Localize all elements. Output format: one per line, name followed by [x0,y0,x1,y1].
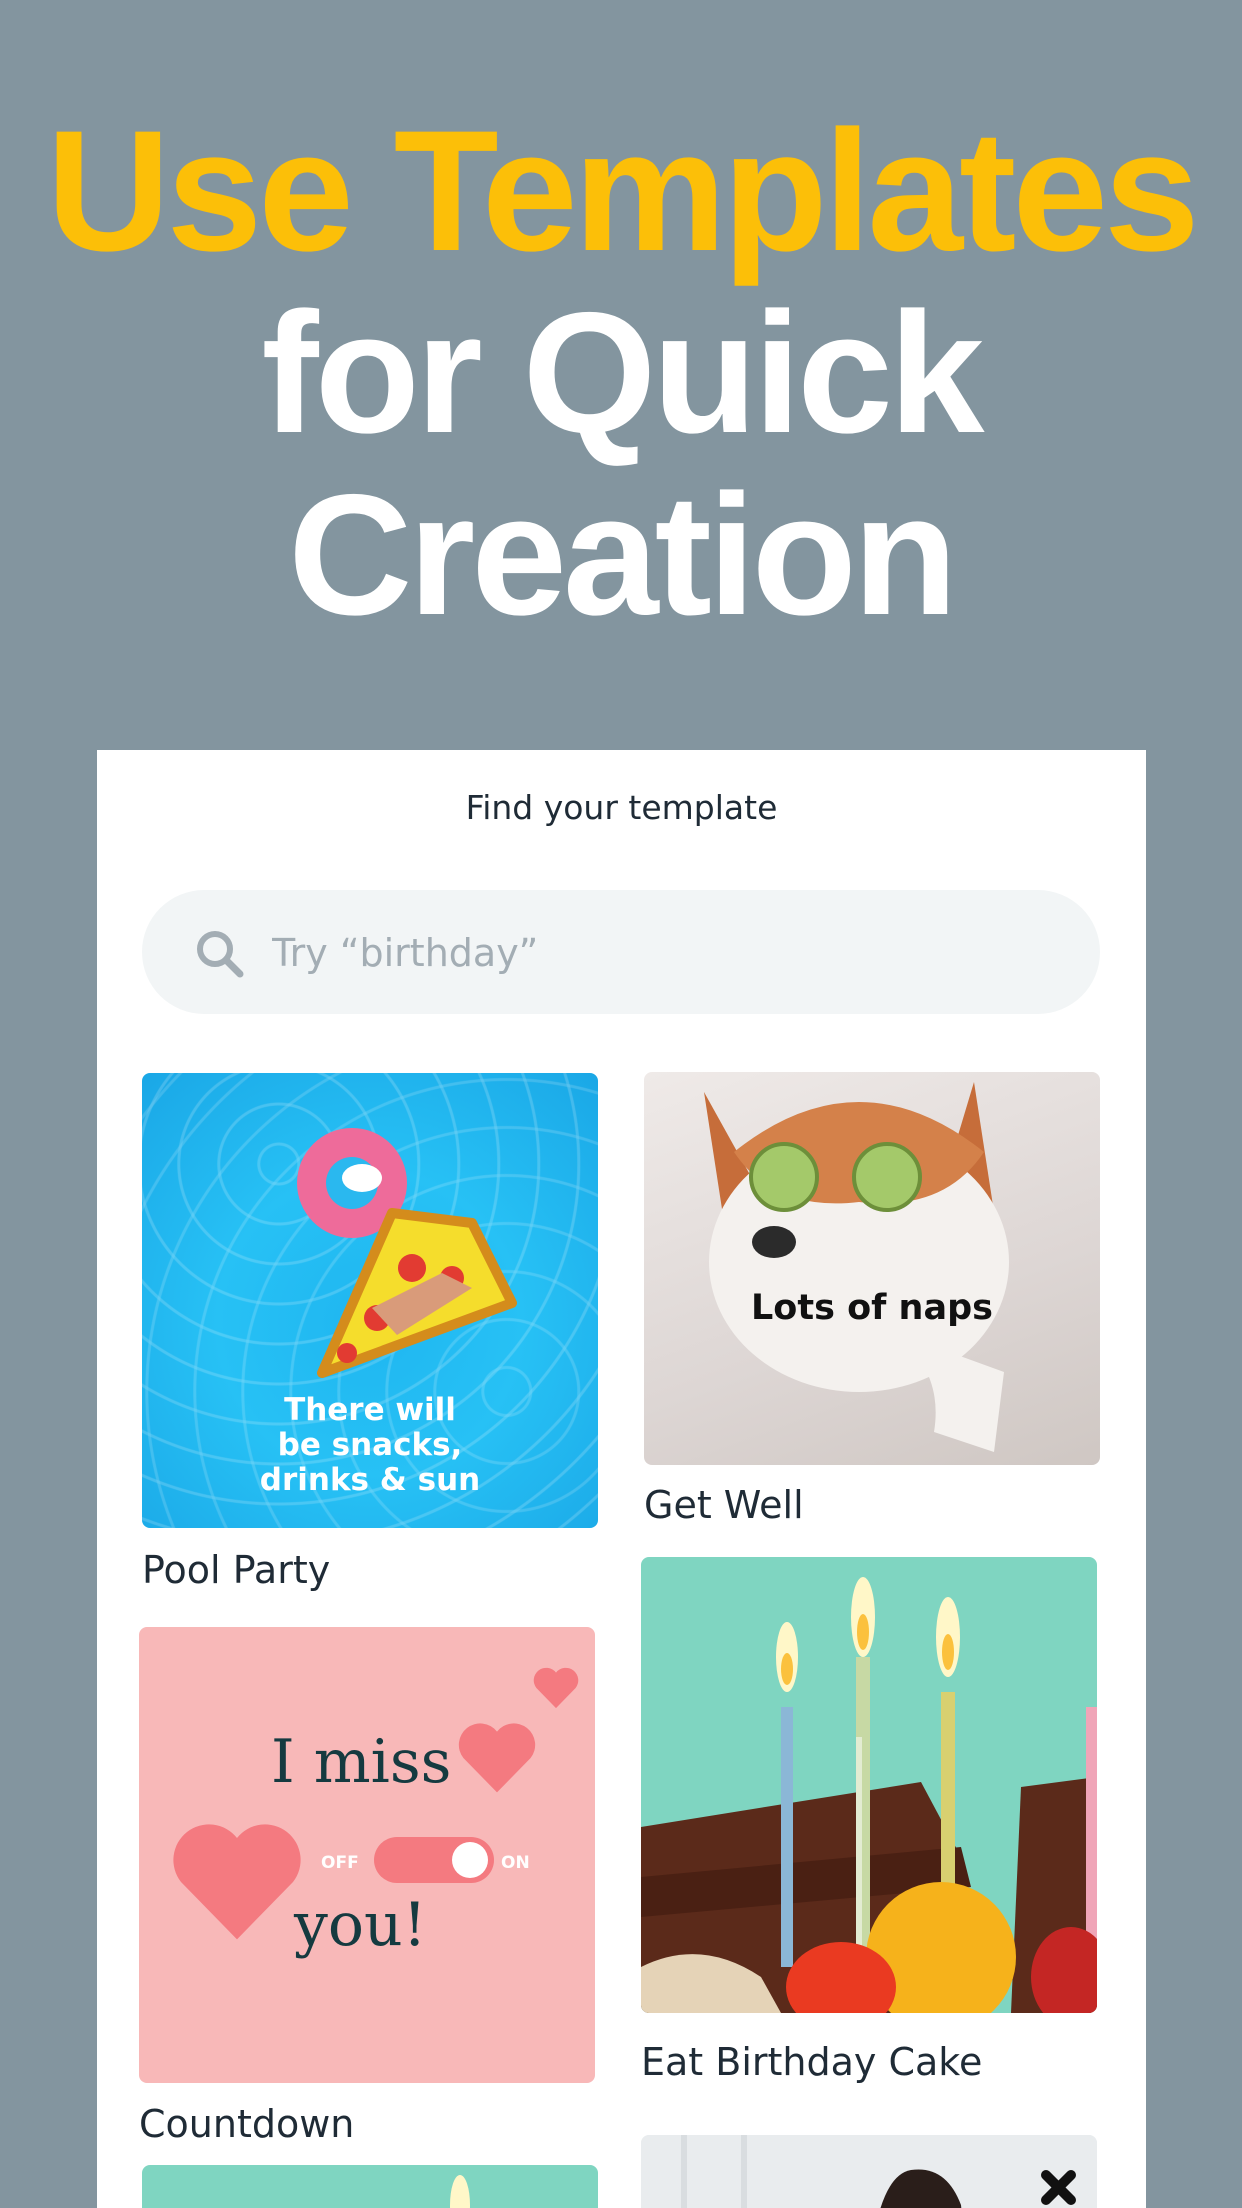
search-icon [197,931,244,978]
countdown-text-bottom: you! [294,1890,427,1960]
hero-line-2: for Quick [261,277,984,469]
get-well-overlay-text: Lots of naps [751,1288,993,1328]
candle-flame-illustration [450,2175,470,2208]
search-bar[interactable] [142,890,1100,1014]
pool-overlay-text: There will be snacks, drinks & sun [142,1393,598,1498]
toggle-switch [374,1837,494,1883]
toggle-knob [452,1842,488,1878]
panel-title: Find your template [465,788,778,827]
toggle-on-label: ON [501,1853,530,1873]
birthday-cake-illustration [641,1577,1097,2013]
template-card-countdown[interactable]: I miss OFF ON you! [139,1627,595,2083]
heart-icon [458,1723,536,1793]
hero-line-3: Creation [288,459,958,651]
template-label-countdown[interactable]: Countdown [139,2102,354,2146]
template-label-pool-party[interactable]: Pool Party [142,1548,330,1592]
hero-line-1: Use Templates [46,95,1199,287]
search-input[interactable] [270,918,1034,988]
template-card-partial-right[interactable] [641,2135,1097,2208]
heart-icon [533,1667,579,1709]
template-card-pool-party[interactable]: There will be snacks, drinks & sun [142,1073,598,1528]
template-card-eat-birthday-cake[interactable] [641,1557,1097,2013]
template-label-eat-birthday-cake[interactable]: Eat Birthday Cake [641,2040,982,2084]
countdown-text-top: I miss [271,1727,452,1797]
template-card-partial-left[interactable] [142,2165,598,2208]
heart-icon [173,1824,301,1940]
hero-headline: Use Templates for Quick Creation [0,100,1242,646]
template-panel: Find your template There will be snacks,… [97,750,1146,2208]
toggle-off-label: OFF [321,1853,359,1873]
template-card-get-well[interactable]: Lots of naps [644,1072,1100,1465]
person-illustration [641,2135,1097,2208]
corgi-illustration [704,1082,1009,1452]
pool-overlay-line: There will be snacks, drinks & sun [259,1392,481,1498]
template-label-get-well[interactable]: Get Well [644,1483,804,1527]
